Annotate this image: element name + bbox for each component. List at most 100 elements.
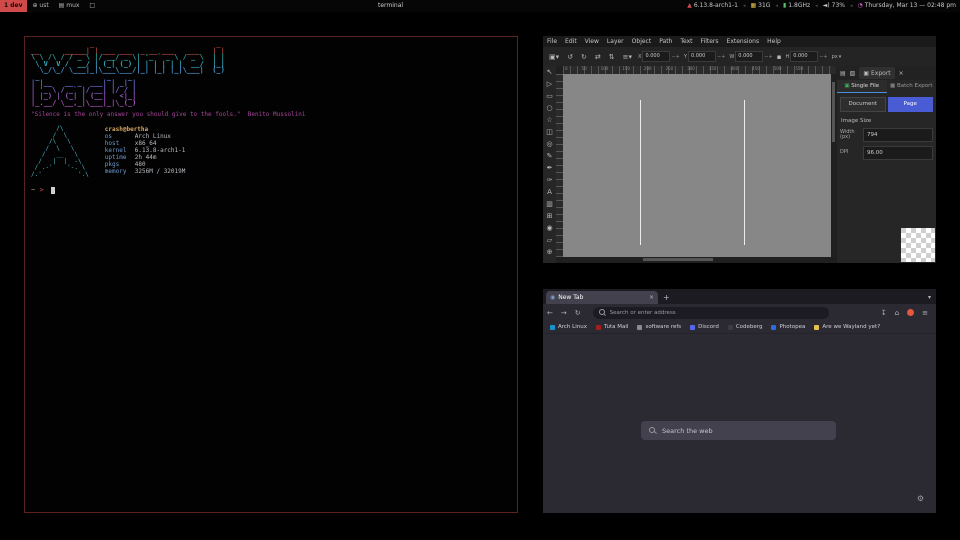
workspace-tag-dev[interactable]: 1 dev — [0, 0, 27, 12]
canvas-vertical-scrollbar[interactable] — [831, 74, 836, 257]
export-panel-tab[interactable]: ▣ Export — [859, 67, 894, 79]
tool-paintbucket-icon[interactable]: ▱ — [547, 234, 552, 246]
tool-text-icon[interactable]: A — [547, 186, 552, 198]
w-stepper[interactable]: −+ — [764, 54, 772, 60]
separator: ◂ — [743, 0, 746, 12]
tool-spiral-icon[interactable]: ◎ — [546, 138, 552, 150]
page-border-left — [640, 100, 641, 245]
panel-dock-icon-1[interactable]: ▤ — [840, 70, 846, 77]
tab-close-icon[interactable]: × — [649, 294, 654, 301]
fetch-row: kernel6.13.8-arch1-1 — [105, 147, 186, 154]
favicon — [814, 325, 819, 330]
panel-dock-icon-2[interactable]: ▧ — [850, 70, 856, 77]
menu-extensions[interactable]: Extensions — [723, 38, 764, 45]
y-input[interactable]: 0.000 — [688, 51, 716, 62]
bookmark-are-we-wayland-yet[interactable]: Are we Wayland yet? — [814, 324, 880, 330]
export-dpi-input[interactable]: 96.00 — [863, 146, 933, 160]
tool-pencil-icon[interactable]: ✎ — [547, 150, 553, 162]
x-stepper[interactable]: −+ — [671, 54, 679, 60]
align-dropdown[interactable]: ≡▾ — [621, 53, 634, 61]
tab-batch-export[interactable]: ▦ Batch Export — [887, 80, 937, 93]
prompt-caret: > — [39, 186, 43, 194]
tool-pen-icon[interactable]: ✒ — [547, 162, 553, 174]
menu-text[interactable]: Text — [676, 38, 696, 45]
workspace-tag-mux[interactable]: ▤ mux — [55, 0, 84, 12]
reload-icon[interactable]: ↻ — [571, 309, 585, 317]
menu-edit[interactable]: Edit — [561, 38, 581, 45]
bookmark-folder-software-refs[interactable]: software refs — [637, 324, 681, 330]
x-input[interactable]: 0.000 — [642, 51, 670, 62]
export-width-input[interactable]: 794 — [863, 128, 933, 142]
user-host: crash@bertha — [105, 126, 186, 133]
tool-ellipse-icon[interactable]: ○ — [546, 102, 552, 114]
search-icon — [649, 427, 656, 434]
bookmark-tuta-mail[interactable]: Tuta Mail — [596, 324, 628, 330]
art-line: |_.__/ \__,_|\___|_|\_(_) — [31, 100, 517, 107]
menu-layer[interactable]: Layer — [603, 38, 628, 45]
tab-single-file[interactable]: ▣ Single File — [837, 80, 887, 93]
empty-workspace-icon: □ — [89, 2, 95, 9]
tool-select-icon[interactable]: ↖ — [547, 66, 553, 78]
new-tab-button[interactable]: + — [663, 291, 670, 304]
bookmark-discord[interactable]: Discord — [690, 324, 719, 330]
hamburger-menu-icon[interactable]: ≡ — [918, 309, 932, 317]
width-field: W 0.000 −+ — [729, 51, 772, 62]
shell-prompt[interactable]: ~ > — [31, 186, 517, 194]
page-button[interactable]: Page — [888, 97, 934, 112]
tool-mesh-icon[interactable]: ⊞ — [547, 210, 553, 222]
selection-mode-dropdown[interactable]: ▣▾ — [547, 53, 561, 61]
menu-help[interactable]: Help — [763, 38, 785, 45]
tool-star-icon[interactable]: ☆ — [546, 114, 552, 126]
menu-filters[interactable]: Filters — [697, 38, 723, 45]
downloads-icon[interactable]: ↧ — [877, 309, 891, 317]
tool-rectangle-icon[interactable]: ▭ — [546, 90, 553, 102]
browser-tab-newtab[interactable]: ◉ New Tab × — [546, 291, 658, 304]
volume-module[interactable]: ◄) 73% — [823, 0, 845, 12]
menu-file[interactable]: File — [543, 38, 561, 45]
tool-zoom-icon[interactable]: ⊕ — [547, 246, 553, 258]
canvas-horizontal-scrollbar[interactable] — [563, 257, 831, 262]
workspace-tag-web[interactable]: ⊕ ust — [28, 0, 52, 12]
lock-ratio-icon[interactable]: ▪ — [777, 53, 782, 61]
tool-node-icon[interactable]: ▷ — [547, 78, 552, 90]
close-panel-icon[interactable]: × — [899, 70, 904, 77]
h-stepper[interactable]: −+ — [819, 54, 827, 60]
terminal-window[interactable]: _ _ __ _____| | ___ ___ _ __ ___ ___ | |… — [24, 36, 518, 513]
y-stepper[interactable]: −+ — [717, 54, 725, 60]
tool-3dbox-icon[interactable]: ◫ — [546, 126, 553, 138]
bookmark-photopea[interactable]: Photopea — [771, 324, 805, 330]
units-dropdown[interactable]: px▾ — [832, 54, 842, 60]
tab-list-chevron-icon[interactable]: ▾ — [928, 291, 931, 304]
document-button[interactable]: Document — [840, 97, 886, 112]
menu-object[interactable]: Object — [628, 38, 656, 45]
tool-calligraphy-icon[interactable]: ✑ — [547, 174, 553, 186]
fetch-row: uptime2h 44m — [105, 154, 186, 161]
home-icon[interactable]: ⌂ — [891, 309, 903, 317]
favicon — [690, 325, 695, 330]
w-input[interactable]: 0.000 — [735, 51, 763, 62]
web-search-input[interactable]: Search the web — [641, 421, 836, 440]
menu-view[interactable]: View — [581, 38, 603, 45]
url-bar[interactable]: Search or enter address — [593, 307, 829, 319]
bookmark-arch-linux[interactable]: Arch Linux — [550, 324, 587, 330]
inkscape-canvas[interactable] — [563, 74, 831, 257]
menu-path[interactable]: Path — [655, 38, 676, 45]
rotate-ccw-button[interactable]: ↺ — [565, 53, 575, 61]
disk-module: ▦ 31G — [751, 0, 771, 12]
workspace-tag-empty[interactable]: □ — [85, 0, 99, 12]
h-input[interactable]: 0.000 — [790, 51, 818, 62]
tool-gradient-icon[interactable]: ▥ — [546, 198, 553, 210]
extension-icon[interactable] — [907, 309, 914, 316]
export-panel-header: ▤ ▧ ▣ Export × — [837, 66, 936, 80]
personalize-gear-icon[interactable]: ⚙ — [917, 494, 924, 503]
bookmark-codeberg[interactable]: Codeberg — [728, 324, 763, 330]
separator: ◂ — [815, 0, 818, 12]
text-cursor — [51, 187, 55, 194]
inkscape-toolbox: ↖ ▷ ▭ ○ ☆ ◫ ◎ ✎ ✒ ✑ A ▥ ⊞ ◉ ▱ ⊕ — [543, 66, 556, 263]
tool-dropper-icon[interactable]: ◉ — [546, 222, 552, 234]
back-icon[interactable]: ← — [543, 309, 557, 317]
rotate-cw-button[interactable]: ↻ — [579, 53, 589, 61]
flip-horizontal-button[interactable]: ⇄ — [593, 53, 603, 61]
flip-vertical-button[interactable]: ⇅ — [607, 53, 617, 61]
forward-icon[interactable]: → — [557, 309, 571, 317]
